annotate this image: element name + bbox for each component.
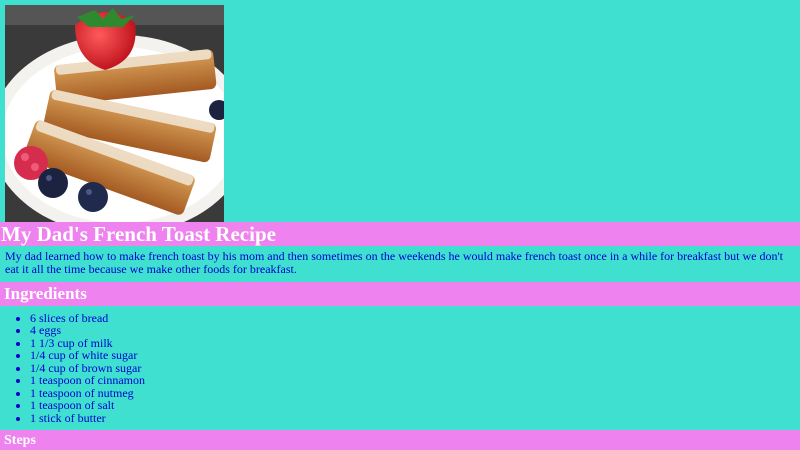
ingredients-heading: Ingredients: [4, 284, 87, 303]
intro-paragraph: My dad learned how to make french toast …: [5, 249, 783, 276]
list-item: 1 stick of butter: [30, 411, 800, 424]
list-item: 4 eggs: [30, 324, 800, 337]
list-item: 6 slices of bread: [30, 312, 800, 325]
list-item: 1 teaspoon of nutmeg: [30, 386, 800, 399]
ingredients-banner: Ingredients: [0, 282, 800, 306]
steps-heading: Steps: [4, 433, 36, 448]
list-item: 1/4 cup of white sugar: [30, 349, 800, 362]
list-item: 1 1/3 cup of milk: [30, 336, 800, 349]
list-item: 1/4 cup of brown sugar: [30, 361, 800, 374]
page-title: My Dad's French Toast Recipe: [1, 222, 276, 246]
steps-banner: Steps: [0, 430, 800, 450]
list-item: 1 teaspoon of cinnamon: [30, 374, 800, 387]
list-item: 1 teaspoon of salt: [30, 399, 800, 412]
french-toast-photo: [5, 5, 224, 223]
ingredients-list: 6 slices of bread 4 eggs 1 1/3 cup of mi…: [0, 312, 800, 424]
recipe-page: My Dad's French Toast Recipe My dad lear…: [0, 0, 800, 450]
title-banner: My Dad's French Toast Recipe: [0, 222, 800, 246]
